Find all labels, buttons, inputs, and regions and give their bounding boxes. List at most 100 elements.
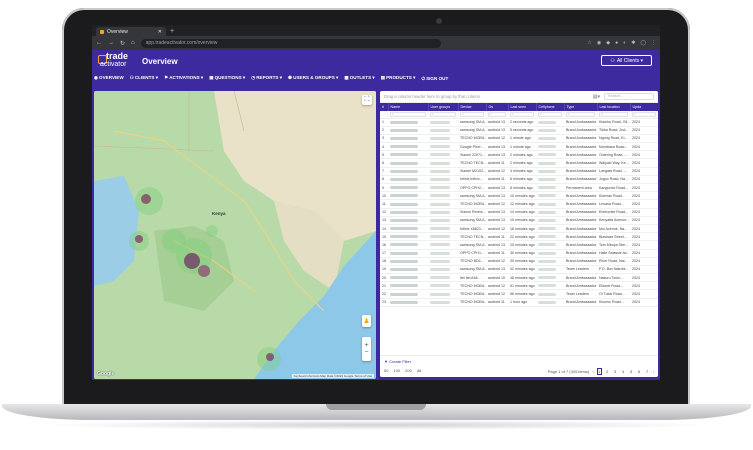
table-row[interactable]: 2 samsung SM-A... android 13 5 seconds ago B… <box>380 126 658 135</box>
column-header[interactable]: Name <box>388 103 429 111</box>
prev-page-icon[interactable]: ‹ <box>592 369 593 374</box>
nav-item-reports[interactable]: ◷REPORTS ▾ <box>251 75 282 81</box>
clients-icon: ⚇ <box>129 75 134 80</box>
column-filter-input[interactable]: ⌕ <box>390 111 426 117</box>
table-row[interactable]: 16 samsung SM-A... android 13 25 minutes ag… <box>380 240 658 250</box>
nav-item-activations[interactable]: ⚑ACTIVATIONS ▾ <box>164 75 203 81</box>
fullscreen-button[interactable]: ⛶ <box>362 95 372 105</box>
column-header[interactable]: Device <box>458 103 487 111</box>
table-row[interactable]: 11 TECNO MOBIL... android 12 12 minutes ago… <box>380 199 658 209</box>
nav-item-overview[interactable]: ◉OVERVIEW <box>94 75 124 81</box>
table-row[interactable]: 14 Infinix X6823... android 12 18 minutes a… <box>380 224 658 234</box>
extension-icon[interactable]: ◐ <box>623 40 626 46</box>
grid-search-input[interactable]: Search... <box>604 93 654 100</box>
map-attribution[interactable]: Keyboard shortcuts Map Data ©2024 Google… <box>291 374 374 378</box>
column-header[interactable]: Last seen <box>508 103 537 111</box>
back-icon[interactable]: ← <box>96 40 102 46</box>
group-panel[interactable]: Drag a column header here to group by th… <box>380 91 658 103</box>
column-filter-input[interactable]: ⌕ <box>510 111 534 117</box>
puzzle-icon[interactable]: ✱ <box>631 40 635 46</box>
menu-icon[interactable]: ⋮ <box>651 40 656 46</box>
close-tab-icon[interactable]: ✕ <box>158 29 162 35</box>
column-chooser-icon[interactable]: ▤▾ <box>593 94 600 100</box>
page-button[interactable]: 7 <box>645 369 650 374</box>
column-header[interactable]: Os <box>486 103 509 111</box>
table-row[interactable]: 6 TECNO TECN... android 11 2 minutes ago Bra… <box>380 158 658 168</box>
new-tab-icon[interactable]: + <box>170 27 174 36</box>
page-button[interactable]: 3 <box>613 369 618 374</box>
create-filter-button[interactable]: ▼ Create Filter <box>384 359 411 364</box>
page-size-option[interactable]: 100 <box>393 368 400 373</box>
address-bar[interactable]: app.tradeactivator.com/overview <box>140 38 441 48</box>
table-row[interactable]: 13 samsung SM-A... android 13 15 minutes ag… <box>380 216 658 225</box>
page-button[interactable]: 6 <box>637 369 642 374</box>
nav-item-usersgroups[interactable]: ⚉USERS & GROUPS ▾ <box>288 75 338 81</box>
page-size-option[interactable]: All <box>417 368 421 373</box>
table-row[interactable]: 8 Infinix Infinix... android 11 6 minutes a… <box>380 175 658 185</box>
cell-device: OPPO CPH2... <box>458 183 486 193</box>
column-header[interactable]: Cellphone <box>536 103 565 111</box>
table-row[interactable]: 10 samsung SM-A... android 13 10 minutes ag… <box>380 191 658 201</box>
pegman-button[interactable]: ♟ <box>362 315 371 327</box>
next-page-icon[interactable]: › <box>653 369 654 374</box>
cell-device: Infinix X6823... <box>458 224 486 234</box>
logo[interactable]: trade activator <box>98 52 134 70</box>
column-header[interactable]: Last location <box>597 103 631 111</box>
table-row[interactable]: 7 Xiaomi M2102... android 12 4 minutes ago B… <box>380 167 658 176</box>
cell-type: Team Leaders <box>564 265 597 275</box>
page-button[interactable]: 5 <box>629 369 634 374</box>
all-clients-button[interactable]: ⚇ All Clients ▾ <box>601 55 652 66</box>
extension-icon[interactable]: ◆ <box>606 40 610 46</box>
column-header[interactable]: Type <box>564 103 598 111</box>
extension-icon[interactable]: ◉ <box>597 40 601 46</box>
table-row[interactable]: 22 TECNO MOBIL... android 12 56 minutes ago… <box>380 289 658 299</box>
table-row[interactable]: 3 TECNO MOBIL... android 12 1 minute ago Bra… <box>380 134 658 144</box>
table-row[interactable]: 9 OPPO CPH2... android 13 8 minutes ago Perm… <box>380 183 658 193</box>
nav-item-outlets[interactable]: ▦OUTLETS ▾ <box>344 75 374 81</box>
column-filter-input[interactable]: ⌕ <box>460 111 484 117</box>
page-size-option[interactable]: 200 <box>405 368 412 373</box>
table-row[interactable]: 1 samsung SM-A... android 13 2 seconds ago B… <box>380 118 658 127</box>
nav-item-questions[interactable]: ▣QUESTIONS ▾ <box>209 75 245 81</box>
column-header[interactable]: User groups <box>428 103 459 111</box>
table-row[interactable]: 18 TECNO BD4... android 12 35 minutes ago Br… <box>380 257 658 266</box>
nav-item-clients[interactable]: ⚇CLIENTS ▾ <box>130 75 158 81</box>
table-row[interactable]: 12 Xiaomi Redmi... android 13 14 minutes ag… <box>380 208 658 217</box>
reload-icon[interactable]: ↻ <box>120 40 125 47</box>
column-header[interactable]: Upda <box>630 103 658 111</box>
page-button[interactable]: 2 <box>605 369 610 374</box>
column-filter-input[interactable]: ⌕ <box>538 111 562 117</box>
column-filter-input[interactable]: ⌕ <box>632 111 656 117</box>
column-filter-input[interactable]: ⌕ <box>488 111 506 117</box>
table-row[interactable]: 17 OPPO CPH1... android 11 30 minutes ago Br… <box>380 249 658 258</box>
cell-os: android 13 <box>486 142 508 152</box>
column-filter-input[interactable]: ⌕ <box>599 111 628 117</box>
page-button[interactable]: 1 <box>596 368 602 375</box>
nav-item-products[interactable]: ▤PRODUCTS ▾ <box>381 75 416 81</box>
cell-seen: 1 minute ago <box>508 134 536 144</box>
column-filter-input[interactable]: ⌕ <box>430 111 456 117</box>
table-row[interactable]: 5 Xiaomi 22071... android 13 2 minutes ago B… <box>380 150 658 160</box>
column-header[interactable]: # <box>380 103 389 111</box>
map-panel[interactable]: Kenya ⛶ ♟ + − Google Keyboard shortcuts … <box>94 91 376 379</box>
bookmark-icon[interactable]: ☆ <box>587 40 591 46</box>
zoom-in-button[interactable]: + <box>364 342 368 349</box>
table-row[interactable]: 21 TECNO MOBIL... android 12 51 minutes ago… <box>380 281 658 291</box>
forward-icon[interactable]: → <box>108 40 114 46</box>
table-row[interactable]: 23 TECNO MOBIL... android 11 1 hour ago Bran… <box>380 298 658 307</box>
table-row[interactable]: 4 Google Pixel ... android 13 1 minute ago B… <box>380 142 658 152</box>
page-size-option[interactable]: 50 <box>384 368 388 373</box>
cell-os: android 13 <box>486 183 508 193</box>
profile-icon[interactable]: ◯ <box>640 40 646 46</box>
table-row[interactable]: 19 samsung SM-A... android 13 42 minutes ag… <box>380 265 658 275</box>
table-row[interactable]: 20 Itel itel A66... android 10 48 minutes a… <box>380 273 658 283</box>
cell-seen: 22 minutes ago <box>508 232 536 242</box>
extension-icon[interactable]: ● <box>615 40 618 46</box>
zoom-out-button[interactable]: − <box>364 349 368 356</box>
table-row[interactable]: 15 TECNO TECN... android 11 22 minutes ago B… <box>380 232 658 242</box>
home-icon[interactable]: ⌂ <box>131 40 135 46</box>
column-filter-input[interactable]: ⌕ <box>566 111 595 117</box>
page-button[interactable]: 4 <box>621 369 626 374</box>
nav-item-signout[interactable]: ⏻SIGN OUT <box>421 76 448 81</box>
browser-tab[interactable]: Overview ✕ <box>96 27 166 36</box>
